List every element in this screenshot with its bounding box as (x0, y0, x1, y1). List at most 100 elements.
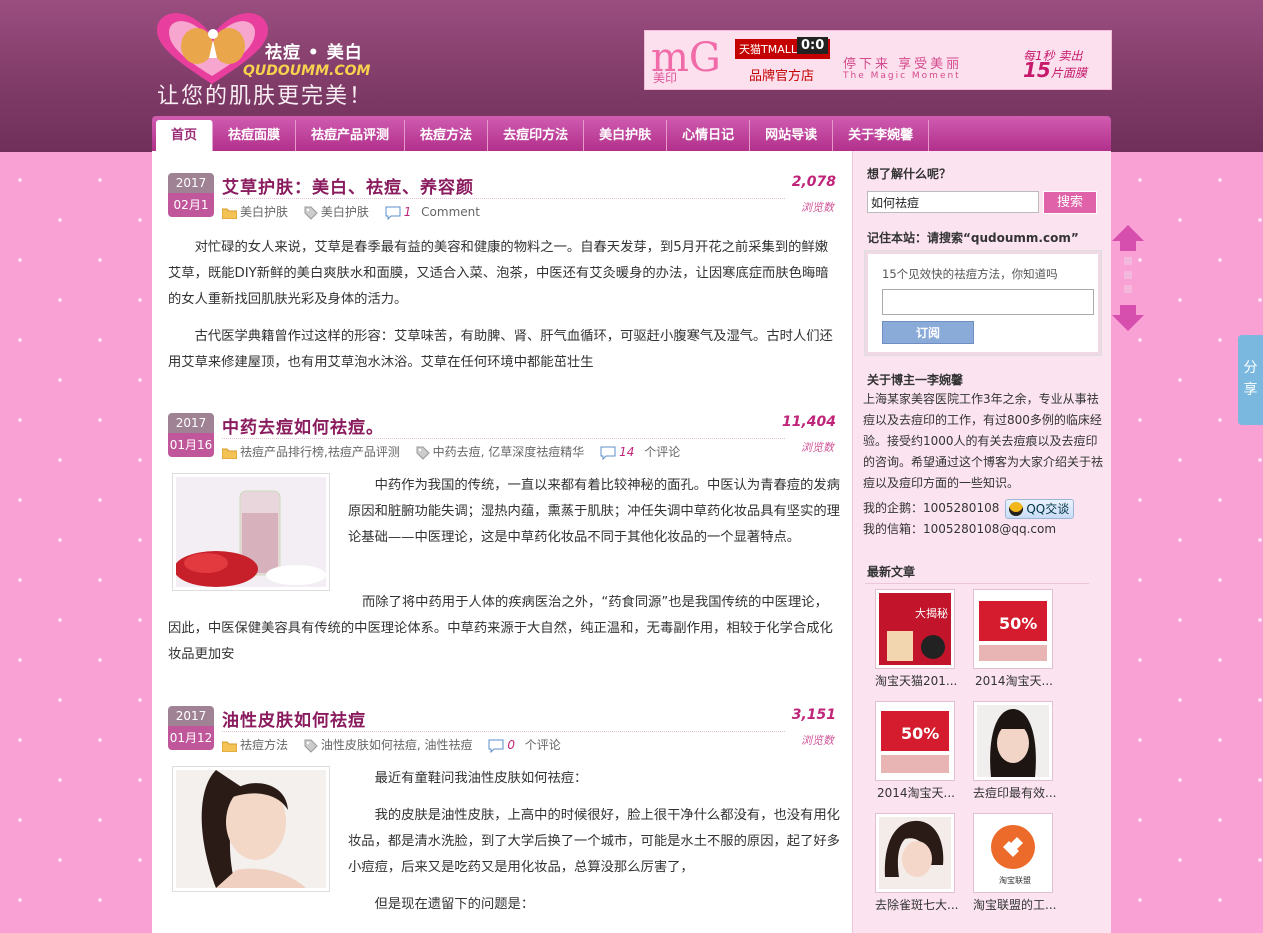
post-day: 01月16 (168, 433, 214, 457)
post-tags: 美白护肤 (320, 205, 369, 219)
search-button[interactable]: 搜索 (1043, 191, 1097, 214)
post-meta: 祛痘产品排行榜,祛痘产品评测 中药去痘, 亿草深度祛痘精华 14 个评论 (222, 443, 692, 460)
excerpt-paragraph: 古代医学典籍曾作过这样的形容：艾草味苦，有助脾、肾、肝气血循环，可驱赶小腹寒气及… (168, 329, 833, 370)
comment-icon (488, 739, 504, 753)
views-label: 浏览数 (801, 441, 834, 454)
latest-item[interactable]: 淘宝联盟 淘宝联盟的工... (973, 813, 1056, 913)
latest-item[interactable]: 50% 2014淘宝天... (973, 589, 1055, 689)
comment-label: 个评论 (524, 738, 561, 752)
tag-link[interactable]: 美白护肤 (304, 205, 375, 220)
main-nav: 首页 祛痘面膜 祛痘产品评测 祛痘方法 去痘印方法 美白护肤 心情日记 网站导读… (152, 116, 1111, 151)
post-title[interactable]: 油性皮肤如何祛痘 (222, 706, 366, 731)
ad-clock: 0:0 (797, 37, 829, 54)
latest-thumb: 淘宝联盟 (973, 813, 1053, 893)
sidebar: 想了解什么呢？ 搜索 记住本站：请搜索“qudoumm.com” 15个见效快的… (852, 151, 1111, 933)
latest-item[interactable]: 50% 2014淘宝天... (875, 701, 957, 801)
nav-item-home[interactable]: 首页 (156, 120, 214, 151)
nav-item-methods[interactable]: 祛痘方法 (405, 120, 489, 151)
post-categories: 祛痘产品排行榜,祛痘产品评测 (240, 445, 400, 459)
post-views: 11,404 (781, 414, 836, 430)
thumb-text: 50% (999, 614, 1037, 633)
nav-item-about[interactable]: 关于李婉馨 (833, 120, 930, 151)
subscribe-box: 15个见效快的祛痘方法，你知道吗 订阅 (865, 251, 1101, 355)
tag-link[interactable]: 中药去痘, 亿草深度祛痘精华 (416, 445, 591, 460)
thumb-text: 淘宝联盟 (999, 875, 1031, 885)
latest-item[interactable]: 去除雀斑七大... (875, 813, 958, 913)
qq-row: 我的企鹅：1005280108 QQ交谈 (863, 498, 1107, 519)
folder-icon (222, 448, 237, 459)
site-slogan: 让您的肌肤更完美！ (157, 84, 374, 109)
thumb-text: 50% (901, 724, 939, 743)
qq-chat-button[interactable]: QQ交谈 (1005, 498, 1075, 519)
nav-item-reviews[interactable]: 祛痘产品评测 (296, 120, 406, 151)
comment-count: 1 (403, 205, 412, 219)
latest-item[interactable]: 大揭秘 淘宝天猫201... (875, 589, 957, 689)
scroll-widget[interactable] (1112, 225, 1144, 331)
post-views: 3,151 (791, 707, 836, 723)
ad-sold-num: 15 (1023, 58, 1051, 82)
comment-icon (600, 446, 616, 460)
about-text: 上海某家美容医院工作3年之余，专业从事祛痘以及去痘印的工作，有过800多例的临床… (863, 392, 1104, 490)
latest-caption: 去痘印最有效... (973, 786, 1057, 800)
comments-link[interactable]: 1 Comment (385, 205, 486, 220)
portrait-image (879, 817, 951, 889)
post-excerpt: 中药作为我国的传统，一直以来都有着比较神秘的面孔。中医认为青春痘的发病原因和脏腑… (348, 473, 840, 562)
comment-count: 0 (507, 738, 515, 752)
excerpt-paragraph: 但是现在遗留下的问题是： (374, 897, 535, 912)
category-link[interactable]: 祛痘产品排行榜,祛痘产品评测 (222, 445, 406, 459)
tag-icon (304, 739, 318, 753)
excerpt-paragraph: 中药作为我国的传统，一直以来都有着比较神秘的面孔。中医认为青春痘的发病原因和脏腑… (348, 478, 840, 545)
nav-item-guide[interactable]: 网站导读 (750, 120, 834, 151)
tag-icon (304, 206, 318, 220)
excerpt-paragraph: 最近有童鞋问我油性皮肤如何祛痘： (374, 771, 588, 786)
post-thumbnail[interactable] (172, 766, 330, 892)
brand-domain: QUDOUMM.COM (243, 63, 371, 79)
scroll-arrows-icon (1112, 225, 1144, 331)
post-thumbnail[interactable] (172, 473, 330, 591)
latest-caption: 2014淘宝天... (975, 674, 1053, 688)
latest-thumb (973, 701, 1053, 781)
category-link[interactable]: 祛痘方法 (222, 738, 294, 752)
post-date: 2017 01月12 (168, 706, 214, 750)
post-title[interactable]: 中药去痘如何祛痘。 (222, 413, 384, 438)
post-excerpt: 对忙碌的女人来说，艾草是春季最有益的美容和健康的物料之一。自春天发芽，到5月开花… (168, 235, 840, 387)
latest-thumb: 大揭秘 (875, 589, 955, 669)
comments-link[interactable]: 14 个评论 (600, 445, 686, 460)
promo-image: 大揭秘 (879, 593, 951, 665)
ad-banner[interactable]: mG 美印 天猫TMALL.COM 0:0 品牌官方店 停下来 享受美丽 The… (644, 30, 1112, 90)
latest-title: 最新文章 (867, 565, 916, 579)
search-input[interactable] (867, 191, 1039, 213)
latest-item[interactable]: 去痘印最有效... (973, 701, 1057, 801)
folder-icon (222, 208, 237, 219)
post-date: 2017 02月1 (168, 173, 214, 217)
subscribe-button[interactable]: 订阅 (882, 321, 974, 344)
post-title[interactable]: 艾草护肤：美白、祛痘、养容颜 (222, 173, 474, 198)
ad-tagline-en: The Magic Moment (843, 71, 961, 81)
nav-item-scar-methods[interactable]: 去痘印方法 (488, 120, 585, 151)
nav-item-diary[interactable]: 心情日记 (667, 120, 751, 151)
post-day: 02月1 (168, 193, 214, 217)
nav-item-whitening[interactable]: 美白护肤 (584, 120, 668, 151)
post-categories: 祛痘方法 (240, 738, 289, 752)
tag-link[interactable]: 油性皮肤如何祛痘, 油性祛痘 (304, 738, 479, 753)
brand-name: 祛痘 • 美白 (265, 43, 363, 63)
remember-title: 记住本站：请搜索“qudoumm.com” (867, 231, 1079, 245)
thumb-text: 大揭秘 (915, 606, 948, 620)
subscribe-email-input[interactable] (882, 289, 1094, 315)
post-excerpt-cont: 而除了将中药用于人体的疾病医治之外，“药食同源”也是我国传统的中医理论，因此，中… (168, 590, 840, 679)
post-categories: 美白护肤 (240, 205, 289, 219)
comment-label: 个评论 (644, 445, 681, 459)
share-tab[interactable]: 分享 (1238, 335, 1263, 425)
woman-portrait-image (176, 770, 326, 888)
views-label: 浏览数 (801, 201, 834, 214)
post: 2017 01月16 中药去痘如何祛痘。 11,404 浏览数 祛痘产品排行榜,… (168, 413, 840, 673)
title-divider (222, 198, 785, 199)
about-title: 关于博主一李婉馨 (867, 373, 964, 387)
mail-label: 我的信箱：1005280108@qq.com (863, 522, 1057, 536)
comments-link[interactable]: 0 个评论 (488, 738, 566, 753)
category-link[interactable]: 美白护肤 (222, 205, 294, 219)
latest-thumb: 50% (973, 589, 1053, 669)
post-day: 01月12 (168, 726, 214, 750)
nav-item-masks[interactable]: 祛痘面膜 (213, 120, 297, 151)
post: 2017 01月12 油性皮肤如何祛痘 3,151 浏览数 祛痘方法 油性皮肤如… (168, 706, 840, 933)
